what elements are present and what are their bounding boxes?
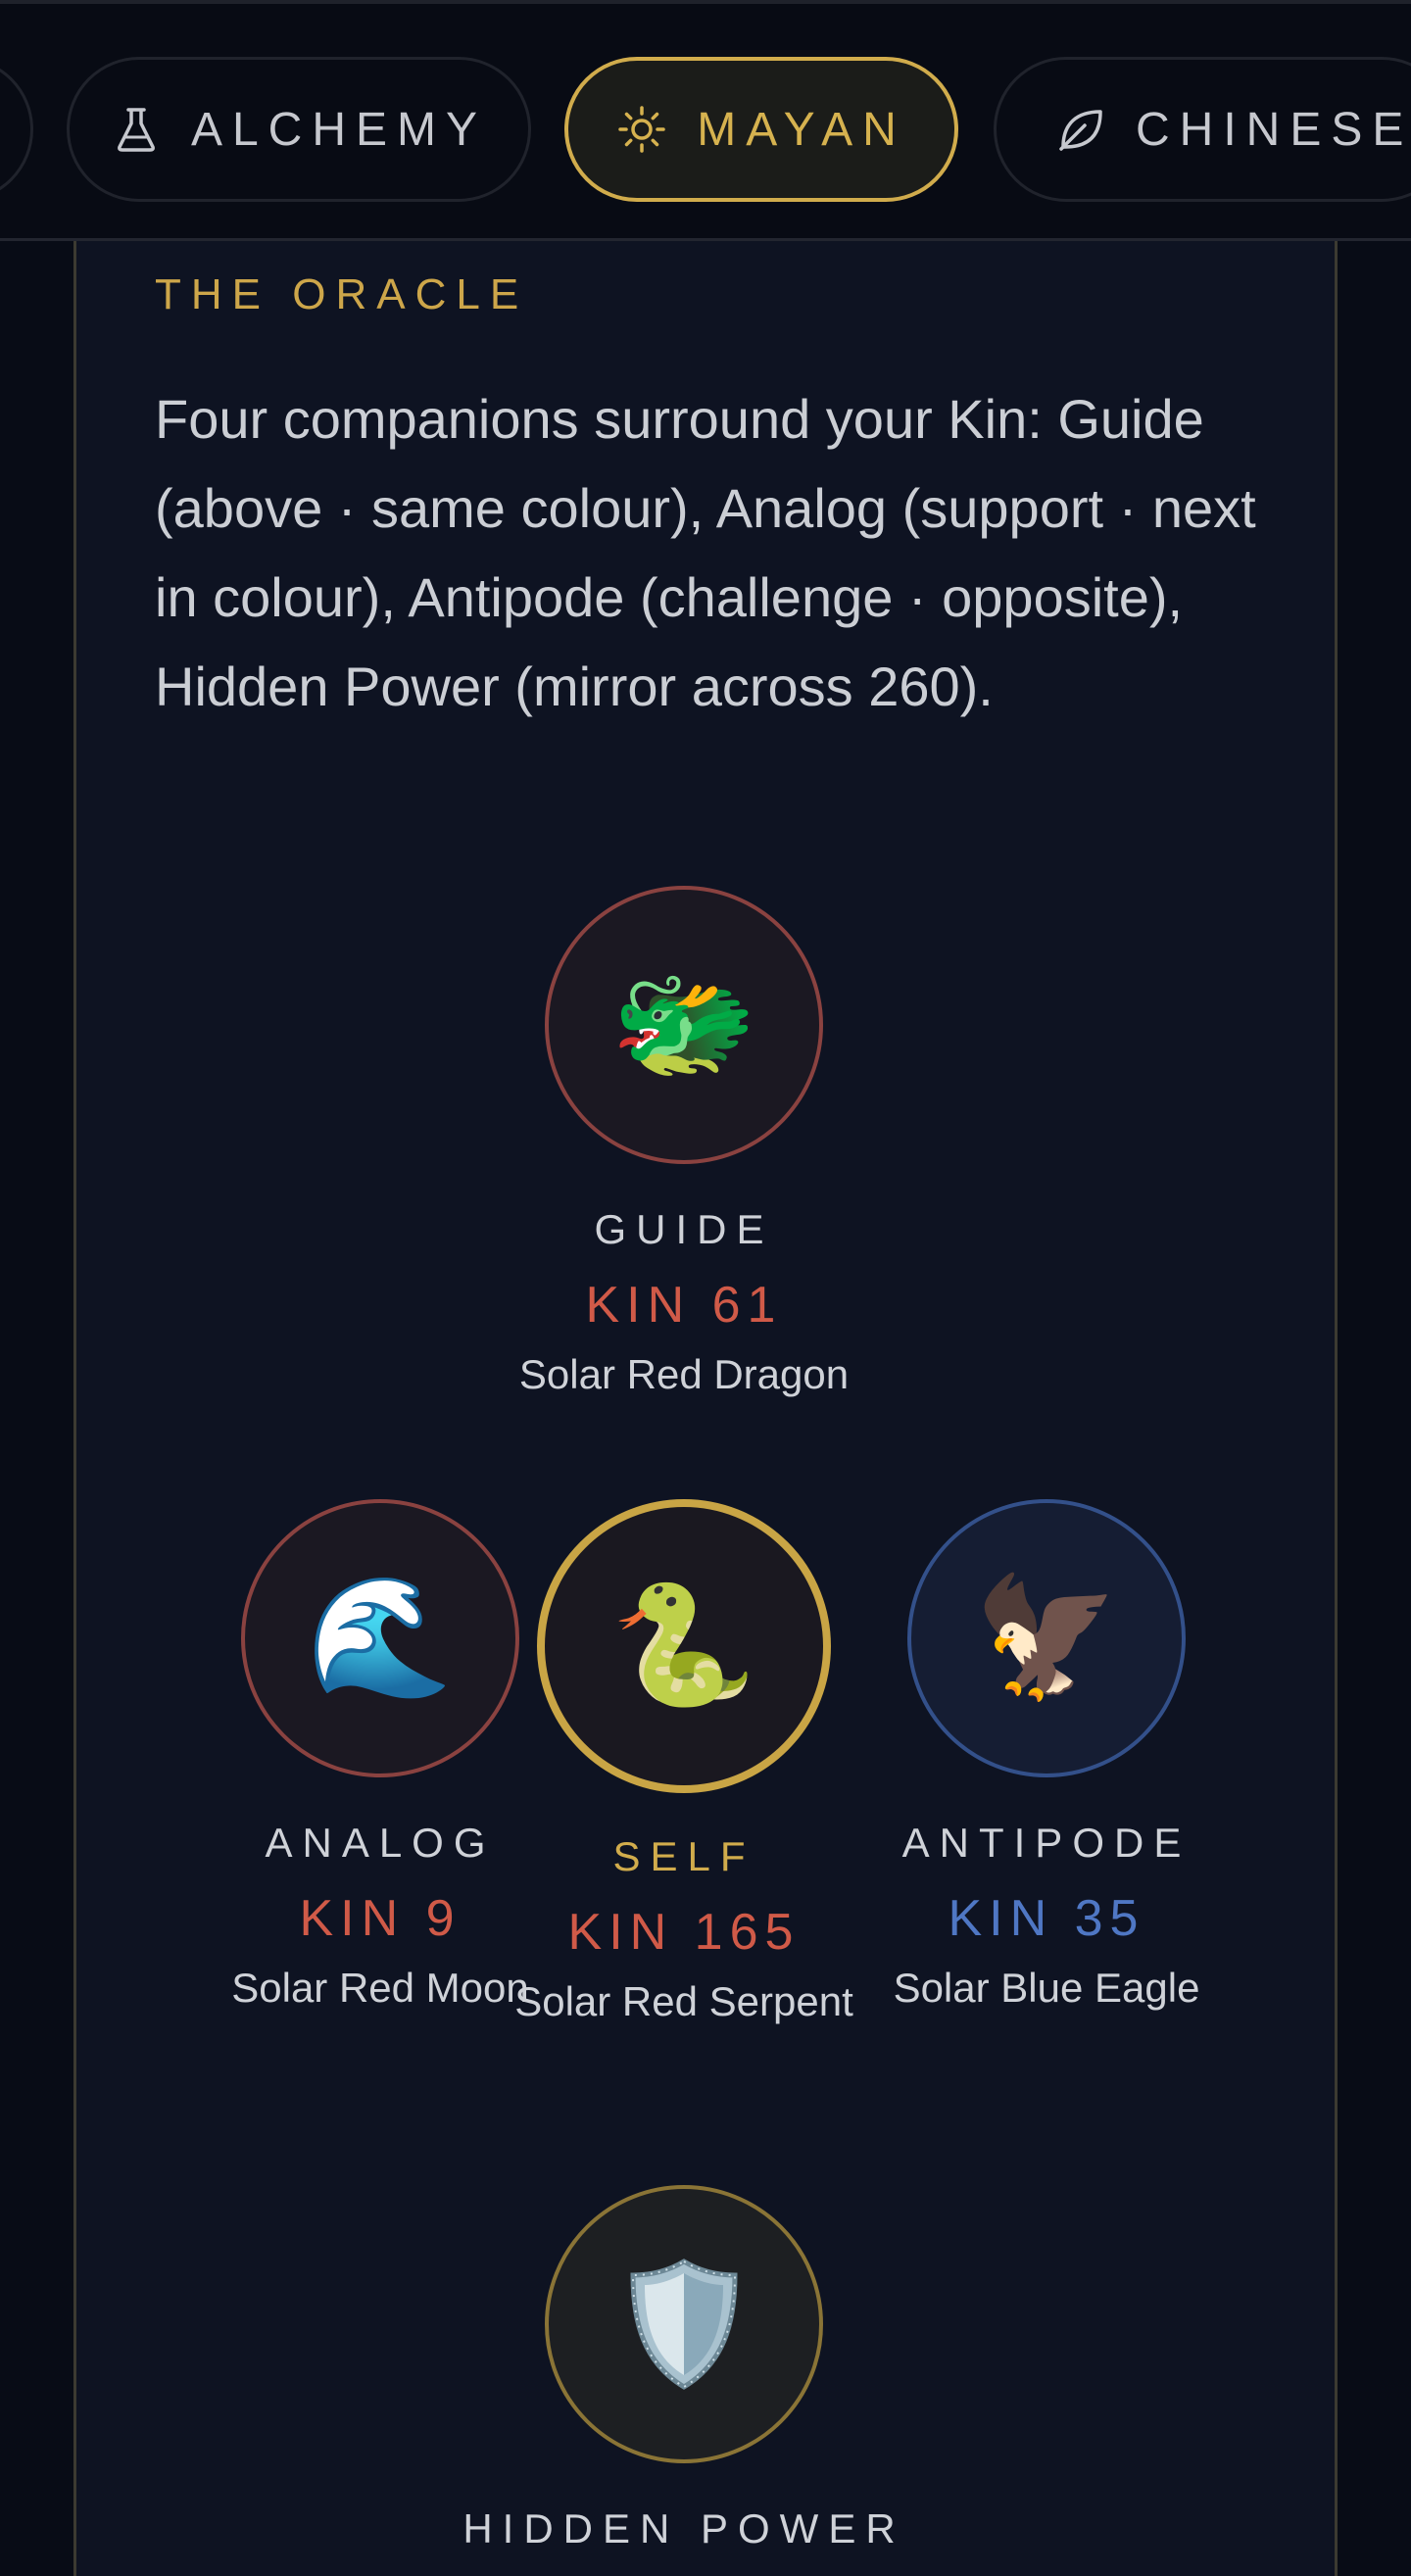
tab-mayan-label: MAYAN — [697, 103, 906, 156]
dragon-icon: 🐲 — [610, 956, 757, 1093]
shield-icon — [625, 2256, 743, 2393]
guide-kin-number: KIN 61 — [585, 1277, 783, 1334]
guide-role-label: GUIDE — [594, 1206, 774, 1252]
analog-kin-number: KIN 9 — [299, 1890, 462, 1947]
antipode-kin-number: KIN 35 — [948, 1890, 1145, 1947]
tab-alchemy-label: ALCHEMY — [190, 103, 488, 156]
wave-icon: 🌊 — [307, 1570, 454, 1706]
tab-chinese[interactable]: CHINESE — [994, 57, 1411, 202]
hidden-power-role-label: HIDDEN POWER — [462, 2505, 905, 2552]
self-role-label: SELF — [612, 1833, 755, 1879]
tab-previous[interactable] — [0, 57, 33, 202]
companion-analog[interactable]: 🌊 ANALOG KIN 9 Solar Red Moon — [194, 1499, 566, 2017]
antipode-role-label: ANTIPODE — [901, 1820, 1192, 1866]
antipode-glyph-circle: 🦅 — [907, 1499, 1186, 1777]
antipode-kin-name: Solar Blue Eagle — [893, 1965, 1200, 2011]
serpent-icon: 🐍 — [610, 1578, 757, 1714]
companion-self[interactable]: 🐍 SELF KIN 165 Solar Red Serpent — [512, 1499, 855, 2030]
tab-alchemy[interactable]: ALCHEMY — [67, 57, 531, 202]
companion-guide[interactable]: 🐲 GUIDE KIN 61 Solar Red Dragon — [439, 886, 929, 1403]
self-glyph-circle: 🐍 — [537, 1499, 831, 1793]
hidden-power-glyph-circle — [545, 2185, 823, 2463]
sun-icon — [616, 104, 667, 155]
guide-glyph-circle: 🐲 — [545, 886, 823, 1164]
oracle-title: THE ORACLE — [155, 270, 529, 318]
companion-hidden-power[interactable]: HIDDEN POWER — [439, 2185, 929, 2553]
oracle-description: Four companions surround your Kin: Guide… — [155, 388, 1256, 717]
flask-icon — [111, 104, 162, 155]
leaf-icon — [1055, 104, 1106, 155]
analog-glyph-circle: 🌊 — [241, 1499, 519, 1777]
companion-antipode[interactable]: 🦅 ANTIPODE KIN 35 Solar Blue Eagle — [865, 1499, 1228, 2017]
tab-mayan[interactable]: MAYAN — [564, 57, 958, 202]
oracle-card: THE ORACLE Four companions surround your… — [73, 241, 1338, 2576]
page: ALCHEMY MAYAN CHINESE THE ORACLE Four co… — [0, 0, 1411, 2576]
eagle-icon: 🦅 — [973, 1570, 1120, 1706]
self-kin-name: Solar Red Serpent — [514, 1978, 853, 2024]
tab-chinese-label: CHINESE — [1136, 103, 1411, 156]
analog-role-label: ANALOG — [265, 1820, 496, 1866]
self-kin-number: KIN 165 — [567, 1904, 801, 1961]
guide-kin-name: Solar Red Dragon — [518, 1351, 850, 1397]
analog-kin-name: Solar Red Moon — [231, 1965, 529, 2011]
tradition-tab-bar: ALCHEMY MAYAN CHINESE — [0, 0, 1411, 241]
